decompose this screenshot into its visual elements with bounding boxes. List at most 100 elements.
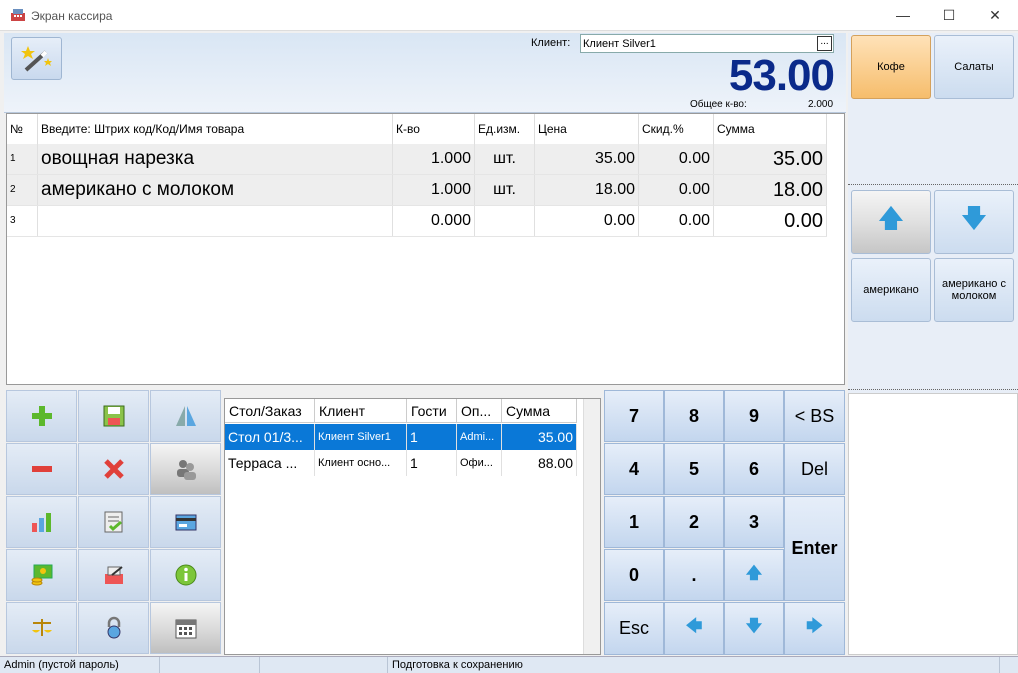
client-label: Клиент: [531, 37, 571, 49]
order-guests: 1 [407, 424, 457, 450]
key-dot[interactable]: . [664, 549, 724, 601]
receipt-header: Клиент: Клиент Silver1 ... 53.00 Общее к… [4, 33, 846, 113]
order-sum: 35.00 [502, 424, 577, 450]
table-row[interactable]: 3 0.000 0.00 0.00 0.00 [7, 206, 827, 237]
cash-register-icon [11, 9, 25, 21]
status-message: Подготовка к сохранению [388, 657, 1000, 673]
client-value: Клиент Silver1 [583, 38, 656, 50]
plus-icon [31, 406, 52, 426]
minimize-button[interactable]: — [880, 0, 926, 31]
key-1[interactable]: 1 [604, 496, 664, 548]
items-grid[interactable]: № Введите: Штрих код/Код/Имя товара К-во… [6, 113, 845, 385]
order-guests: 1 [407, 450, 457, 476]
scales-button[interactable] [6, 602, 77, 654]
product-americano-button[interactable]: американо [851, 258, 931, 322]
orders-col-order: Стол/Заказ [225, 399, 315, 423]
row-unit: шт. [475, 175, 535, 205]
panel-splitter[interactable] [848, 389, 1018, 392]
info-button[interactable] [150, 549, 221, 601]
void-receipt-button[interactable] [78, 549, 149, 601]
table-row[interactable]: 2 американо с молоком 1.000 шт. 18.00 0.… [7, 175, 827, 206]
row-discount: 0.00 [639, 206, 714, 236]
arrow-up-icon: 🡅 [745, 564, 763, 582]
floppy-icon [103, 405, 124, 427]
calendar-button[interactable] [150, 602, 221, 654]
card-icon [175, 514, 196, 531]
order-operator: Admi... [457, 424, 502, 450]
title-bar: Экран кассира — ☐ ✕ [0, 0, 1018, 31]
users-button[interactable] [150, 443, 221, 495]
key-5[interactable]: 5 [664, 443, 724, 495]
row-name: овощная нарезка [38, 144, 393, 174]
key-7[interactable]: 7 [604, 390, 664, 442]
total-amount: 53.00 [728, 51, 835, 100]
maximize-button[interactable]: ☐ [926, 0, 972, 31]
order-operator: Офи... [457, 450, 502, 476]
save-button[interactable] [78, 390, 149, 442]
key-2[interactable]: 2 [664, 496, 724, 548]
key-up[interactable]: 🡅 [724, 549, 784, 601]
row-unit [475, 206, 535, 236]
remove-button[interactable] [6, 443, 77, 495]
info-panel [848, 393, 1018, 655]
order-sum: 88.00 [502, 450, 577, 476]
close-icon [103, 459, 124, 479]
panel-splitter[interactable] [848, 184, 1018, 187]
function-buttons [6, 390, 222, 655]
key-backspace[interactable]: < BS [784, 390, 845, 442]
add-button[interactable] [6, 390, 77, 442]
window-title: Экран кассира [31, 9, 113, 23]
orders-col-client: Клиент [315, 399, 407, 423]
key-9[interactable]: 9 [724, 390, 784, 442]
key-left[interactable]: 🡄 [664, 602, 724, 655]
key-right[interactable]: 🡆 [784, 602, 845, 655]
product-americano-milk-button[interactable]: американо с молоком [934, 258, 1014, 322]
info-icon [175, 564, 196, 586]
card-button[interactable] [150, 496, 221, 548]
order-row[interactable]: Терраса ... Клиент осно... 1 Офи... 88.0… [225, 450, 577, 476]
orders-table[interactable]: Стол/Заказ Клиент Гости Оп... Сумма Стол… [224, 398, 601, 655]
delete-button[interactable] [78, 443, 149, 495]
row-name [38, 206, 393, 236]
key-enter[interactable]: Enter [784, 496, 845, 601]
cash-button[interactable] [6, 549, 77, 601]
key-0[interactable]: 0 [604, 549, 664, 601]
category-coffee-button[interactable]: Кофе [851, 35, 931, 99]
scroll-down-button[interactable]: 🡇 [934, 190, 1014, 254]
row-num: 3 [7, 206, 38, 236]
row-name: американо с молоком [38, 175, 393, 205]
col-header-name: Введите: Штрих код/Код/Имя товара [38, 114, 393, 144]
col-header-sum: Сумма [714, 114, 827, 144]
key-8[interactable]: 8 [664, 390, 724, 442]
arrow-left-icon: 🡄 [685, 618, 703, 635]
order-client: Клиент осно... [315, 450, 407, 476]
col-header-price: Цена [535, 114, 639, 144]
close-button[interactable]: ✕ [972, 0, 1018, 31]
lock-button[interactable] [78, 602, 149, 654]
magic-wand-button[interactable] [11, 37, 62, 80]
receipt-cancel-icon [104, 566, 123, 584]
arrow-up-icon: 🡅 [877, 203, 905, 233]
key-3[interactable]: 3 [724, 496, 784, 548]
key-4[interactable]: 4 [604, 443, 664, 495]
orders-scrollbar[interactable] [583, 399, 600, 654]
key-escape[interactable]: Esc [604, 602, 664, 655]
row-sum: 35.00 [714, 144, 827, 174]
order-row[interactable]: Стол 01/3... Клиент Silver1 1 Admi... 35… [225, 424, 577, 450]
client-browse-button[interactable]: ... [817, 36, 832, 51]
checklist-button[interactable] [78, 496, 149, 548]
reports-button[interactable] [6, 496, 77, 548]
row-price: 35.00 [535, 144, 639, 174]
split-button[interactable] [150, 390, 221, 442]
scroll-up-button[interactable]: 🡅 [851, 190, 931, 254]
key-6[interactable]: 6 [724, 443, 784, 495]
status-cell [160, 657, 260, 673]
row-unit: шт. [475, 144, 535, 174]
key-delete[interactable]: Del [784, 443, 845, 495]
money-icon [31, 564, 52, 586]
row-discount: 0.00 [639, 175, 714, 205]
table-row[interactable]: 1 овощная нарезка 1.000 шт. 35.00 0.00 3… [7, 144, 827, 175]
category-salads-button[interactable]: Салаты [934, 35, 1014, 99]
key-down[interactable]: 🡇 [724, 602, 784, 655]
lock-icon [107, 616, 120, 639]
